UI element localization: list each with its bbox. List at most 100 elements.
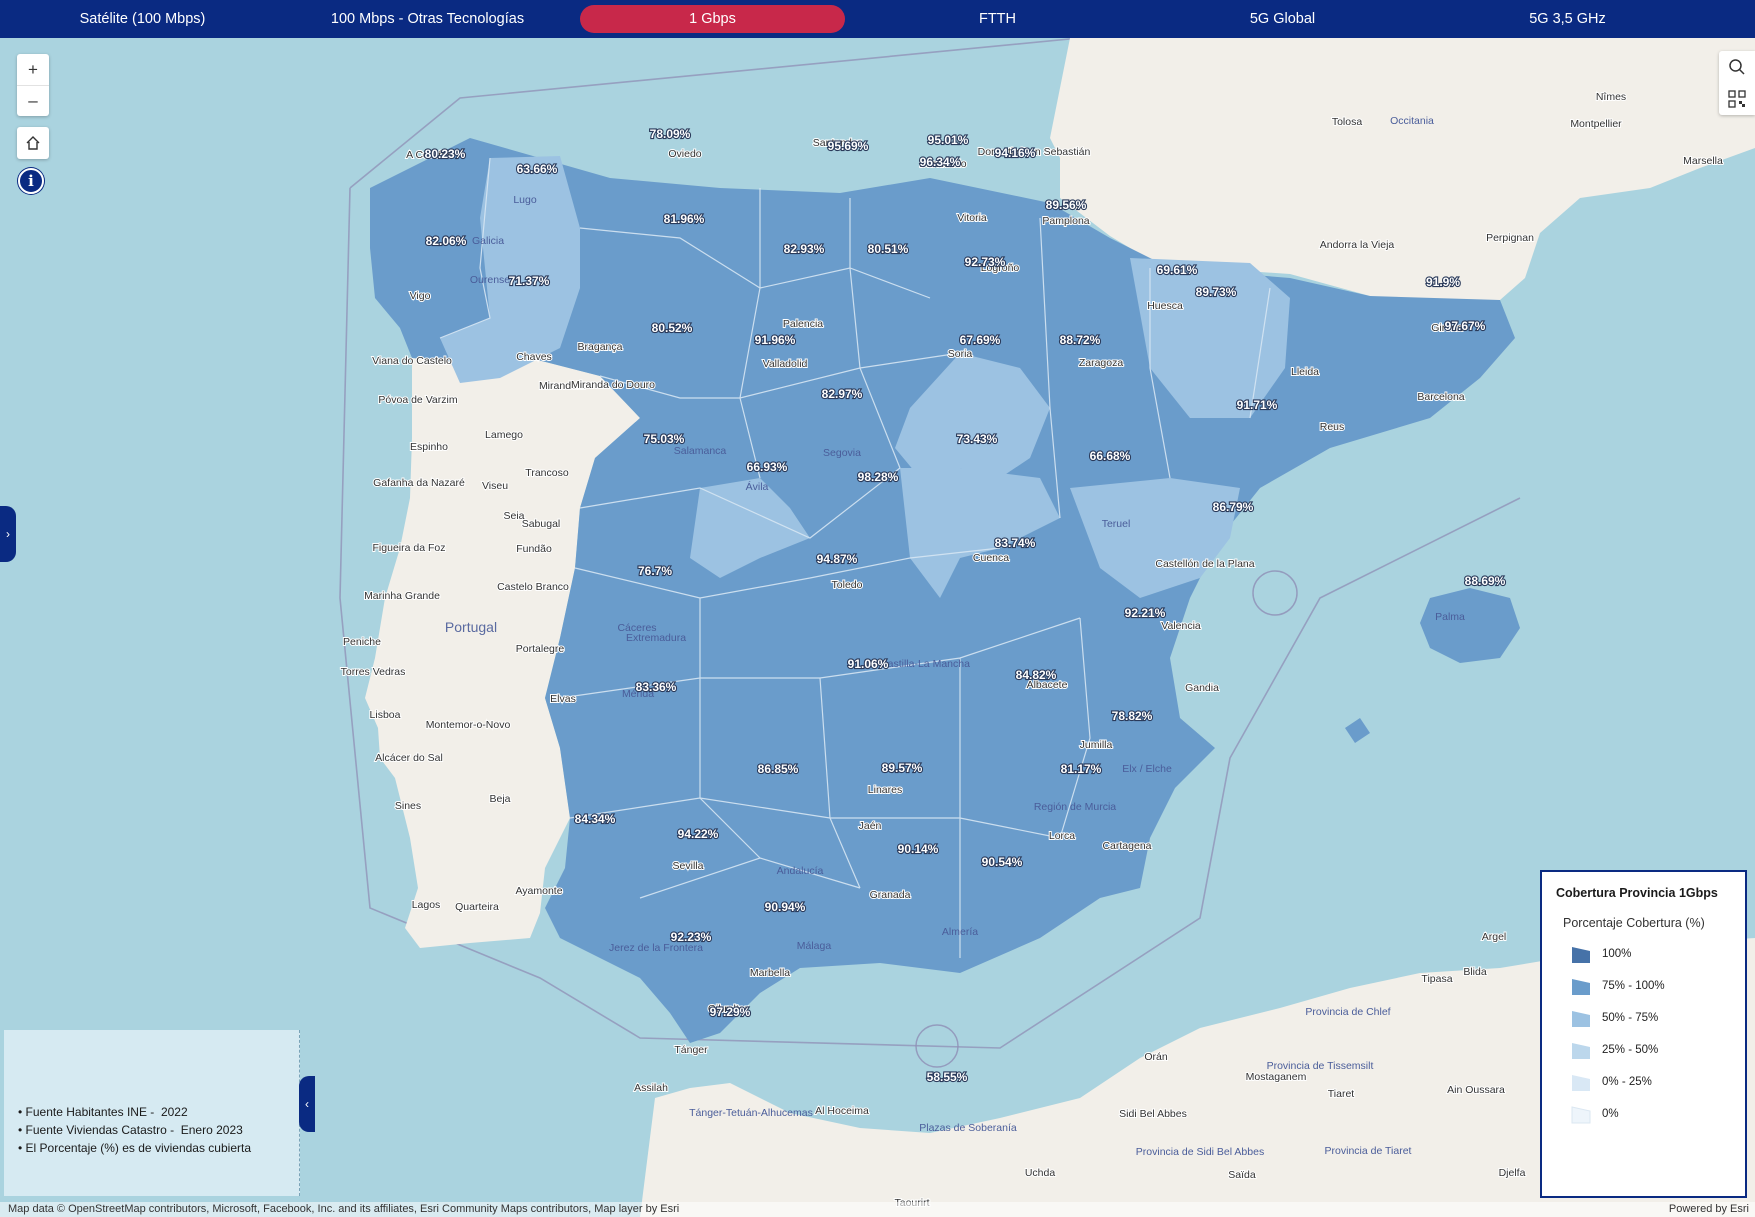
legend-panel: Cobertura Provincia 1Gbps Porcentaje Cob…: [1540, 870, 1747, 1198]
place-label: Ávila: [746, 480, 769, 493]
province-percentage-label: 89.56%: [1046, 198, 1087, 212]
attribution-text: Map data © OpenStreetMap contributors, M…: [8, 1203, 680, 1215]
province-percentage-label: 76.7%: [638, 564, 672, 578]
legend-row: 25% - 50%: [1570, 1034, 1745, 1066]
legend-label: 0%: [1602, 1108, 1619, 1120]
place-label: Tipasa: [1421, 973, 1452, 985]
place-label: Viana do Castelo: [372, 355, 452, 367]
place-label: Reus: [1320, 421, 1345, 433]
place-label: Marbella: [750, 967, 790, 979]
place-label: Palencia: [783, 318, 823, 330]
place-label: Castelo Branco: [497, 581, 569, 593]
expand-left-panel-button[interactable]: ›: [0, 506, 16, 562]
place-label: Granada: [870, 889, 911, 901]
place-label: Lisboa: [370, 709, 401, 721]
province-percentage-label: 90.14%: [898, 842, 939, 856]
place-label: Toledo: [832, 579, 863, 591]
legend-swatch: [1572, 979, 1590, 995]
place-label: Ain Oussara: [1447, 1084, 1505, 1096]
place-label: Sevilla: [673, 860, 704, 872]
info-button[interactable]: i: [18, 168, 44, 194]
province-percentage-label: 91.71%: [1237, 398, 1278, 412]
tab-5g-35ghz[interactable]: 5G 3,5 GHz: [1425, 0, 1710, 38]
tab-5g-global[interactable]: 5G Global: [1140, 0, 1425, 38]
legend-classes: 100% 75% - 100% 50% - 75% 25% - 50% 0% - 25%…: [1556, 938, 1745, 1130]
province-percentage-label: 82.06%: [426, 234, 467, 248]
tab-ftth[interactable]: FTTH: [855, 0, 1140, 38]
tab-label: 100 Mbps - Otras Tecnologías: [330, 11, 525, 27]
search-button[interactable]: [1719, 51, 1755, 83]
place-label: Sines: [395, 800, 421, 812]
province-percentage-label: 82.93%: [784, 242, 825, 256]
info-icon: i: [28, 172, 34, 190]
legend-row: 100%: [1570, 938, 1745, 970]
place-label: Barcelona: [1417, 391, 1464, 403]
place-label: Fundão: [516, 543, 552, 555]
province-percentage-label: 89.73%: [1196, 285, 1237, 299]
map-tools: [1719, 51, 1755, 115]
powered-by-text: Powered by Esri: [1668, 1203, 1749, 1215]
place-label: Espinho: [410, 441, 448, 453]
province-percentage-label: 73.43%: [957, 432, 998, 446]
province-percentage-label: 75.03%: [644, 432, 685, 446]
province-percentage-label: 95.69%: [828, 139, 869, 153]
province-percentage-label: 66.93%: [747, 460, 788, 474]
place-label: Cuenca: [973, 552, 1009, 564]
place-label: Miranda do Douro: [571, 379, 655, 391]
province-percentage-label: 88.72%: [1060, 333, 1101, 347]
place-label: Plazas de Soberanía: [919, 1122, 1017, 1134]
place-label: Lagos: [412, 899, 441, 911]
place-label: Djelfa: [1499, 1167, 1526, 1179]
legend-label: 25% - 50%: [1602, 1044, 1659, 1056]
tab-100mbps-otras[interactable]: 100 Mbps - Otras Tecnologías: [285, 0, 570, 38]
province-percentage-label: 58.55%: [927, 1070, 968, 1084]
place-label: Zaragoza: [1079, 357, 1124, 369]
place-label: Provincia de Chlef: [1305, 1006, 1390, 1018]
place-label: Trancoso: [525, 467, 569, 479]
province-percentage-label: 96.34%: [920, 155, 961, 169]
province-percentage-label: 71.37%: [509, 274, 550, 288]
place-label: Almería: [942, 926, 978, 938]
province-percentage-label: 83.74%: [995, 536, 1036, 550]
qr-code-button[interactable]: [1719, 83, 1755, 115]
place-label: Saïda: [1228, 1169, 1256, 1181]
place-label: Castilla-La Mancha: [880, 658, 970, 670]
place-label: Tolosa: [1332, 116, 1363, 128]
province-percentage-label: 81.17%: [1061, 762, 1102, 776]
zoom-out-button[interactable]: –: [17, 85, 49, 116]
place-label: Teruel: [1102, 518, 1131, 530]
place-label: Uchda: [1025, 1167, 1056, 1179]
place-label: Orán: [1144, 1051, 1168, 1063]
place-label: Elx / Elche: [1122, 763, 1172, 775]
place-label: Galicia: [472, 235, 504, 247]
home-button[interactable]: [17, 127, 49, 159]
tab-label: 5G 3,5 GHz: [1529, 11, 1606, 27]
legend-swatch: [1572, 947, 1590, 963]
place-label: Quarteira: [455, 901, 499, 913]
source-item: El Porcentaje (%) es de viviendas cubier…: [18, 1139, 299, 1157]
place-label: Beja: [489, 793, 510, 805]
legend-row: 0%: [1570, 1098, 1745, 1130]
place-label: Tiaret: [1328, 1088, 1355, 1100]
place-label: Valladolid: [763, 358, 808, 370]
province-percentage-label: 66.68%: [1090, 449, 1131, 463]
place-label: Portugal: [445, 619, 497, 635]
place-label: Alcácer do Sal: [375, 752, 443, 764]
place-label: Extremadura: [626, 632, 686, 644]
place-label: Cartagena: [1102, 840, 1151, 852]
place-label: Linares: [868, 784, 902, 796]
place-label: Assilah: [634, 1082, 668, 1094]
place-label: Valencia: [1161, 620, 1201, 632]
province-percentage-label: 95.01%: [928, 133, 969, 147]
legend-row: 50% - 75%: [1570, 1002, 1745, 1034]
province-percentage-label: 83.36%: [636, 680, 677, 694]
place-label: Vigo: [410, 290, 431, 302]
legend-subtitle: Porcentaje Cobertura (%): [1563, 916, 1705, 930]
province-percentage-label: 78.82%: [1112, 709, 1153, 723]
zoom-in-button[interactable]: +: [17, 54, 49, 85]
tab-1gbps[interactable]: 1 Gbps: [570, 0, 855, 38]
tab-satelite[interactable]: Satélite (100 Mbps): [0, 0, 285, 38]
place-label: Jaén: [859, 820, 882, 832]
collapse-sources-panel-button[interactable]: ‹: [299, 1076, 315, 1132]
place-label: Andorra la Vieja: [1320, 239, 1395, 251]
